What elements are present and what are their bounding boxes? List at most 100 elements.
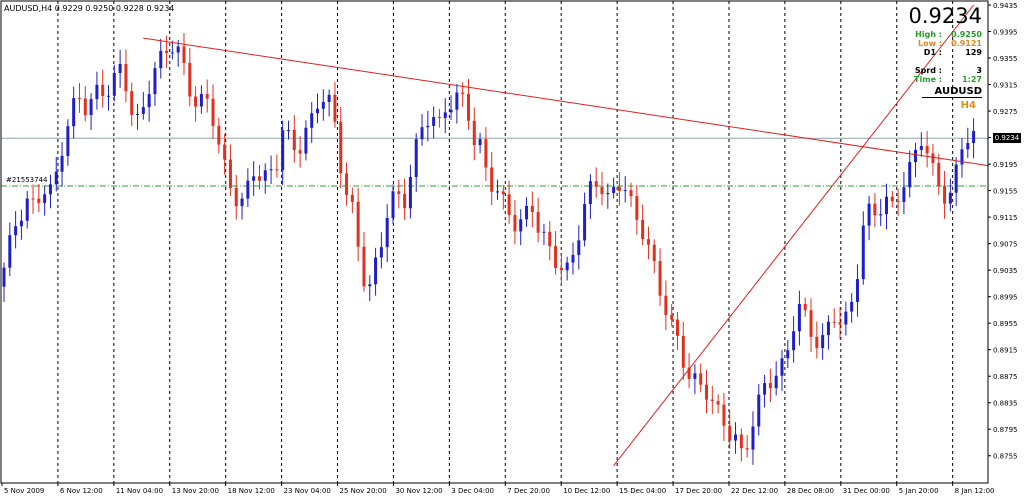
x-tick-label: 28 Dec 08:00 (787, 487, 834, 495)
candle-body (124, 64, 128, 92)
candle-body (861, 225, 865, 280)
candle-body (443, 112, 447, 118)
candle-body (426, 125, 430, 128)
candle-body (832, 321, 836, 323)
y-tick-label: 0.9115 (993, 214, 1018, 222)
x-tick-label: 18 Nov 12:00 (228, 487, 275, 495)
candle-body (437, 117, 441, 119)
x-tick-label: 5 Nov 2009 (4, 487, 44, 495)
candle-body (675, 319, 679, 336)
candle-body (14, 226, 18, 236)
y-tick-label: 0.9395 (993, 29, 1018, 37)
d1-value: 129 (965, 48, 982, 57)
sprd-label: Sprd : (914, 66, 942, 75)
candle-body (345, 173, 349, 195)
candle-body (286, 129, 290, 131)
candle-body (350, 194, 354, 202)
candle-body (496, 191, 499, 193)
y-tick-label: 0.9155 (993, 188, 1018, 196)
candle-body (310, 113, 314, 128)
candle-body (664, 295, 668, 316)
candle-body (612, 186, 616, 194)
candle-body (8, 235, 12, 268)
candle-body (188, 62, 192, 97)
candle-body (530, 205, 534, 213)
candle-body (31, 198, 35, 200)
candle-body (548, 231, 552, 247)
candle-body (693, 373, 697, 379)
candle-body (368, 284, 372, 287)
trendline-resistance-extension (973, 162, 989, 167)
candle-body (176, 46, 180, 53)
chart-svg: 5 Nov 2009 6 Nov 12:00 11 Nov 04:00 13 Nov … (0, 0, 1018, 495)
candle-body (617, 186, 621, 191)
candle-body (670, 315, 674, 320)
horizontal-lines (1, 137, 988, 187)
candle-body (629, 190, 633, 197)
candle-body (600, 186, 604, 195)
candle-body (780, 358, 784, 376)
candle-body (774, 375, 778, 389)
candle-body (72, 98, 76, 127)
candle-body (414, 139, 418, 178)
candle-body (298, 150, 302, 154)
y-tick-label: 0.8995 (993, 294, 1018, 302)
candle-body (943, 185, 947, 204)
candle-body (594, 181, 598, 187)
time-row: Time : 1:27 (912, 75, 982, 84)
candle-body (316, 108, 320, 114)
x-tick-label: 15 Dec 04:00 (619, 487, 666, 495)
x-tick-label: 3 Dec 04:00 (451, 487, 494, 495)
candle-body (525, 205, 529, 220)
candle-body (321, 101, 325, 109)
candle-body (449, 109, 453, 113)
candle-body (565, 262, 569, 271)
candle-body (339, 121, 343, 174)
candle-body (19, 220, 23, 227)
candle-body (223, 144, 227, 160)
candle-body (739, 434, 743, 449)
candle-body (374, 257, 378, 285)
candle-body (554, 246, 558, 268)
y-tick-label: 0.9275 (993, 108, 1018, 116)
x-tick-label: 31 Dec 00:00 (843, 487, 890, 495)
candle-body (809, 310, 813, 337)
candle-body (652, 244, 656, 262)
candle-body (269, 169, 273, 171)
candle-body (902, 187, 906, 203)
candle-body (66, 126, 70, 156)
y-tick-label: 0.8835 (993, 400, 1018, 408)
candle-body (490, 167, 494, 192)
candle-body (844, 311, 848, 325)
candle-body (147, 94, 151, 108)
candle-body (757, 394, 761, 427)
candle-body (792, 331, 796, 351)
candle-body (681, 335, 685, 368)
candle-body (646, 239, 650, 245)
candle-body (107, 95, 111, 97)
candle-body (966, 142, 970, 150)
y-tick-label: 0.9315 (993, 82, 1018, 90)
candle-body (797, 304, 801, 332)
candle-body (263, 170, 267, 181)
candle-body (728, 425, 732, 441)
grid (57, 1, 954, 483)
x-tick-label: 8 Jan 12:00 (955, 487, 995, 495)
candle-body (948, 192, 952, 204)
candle-body (815, 336, 819, 349)
low-value: 0.9121 (951, 39, 982, 48)
candle-body (699, 373, 703, 385)
candle-body (217, 125, 221, 145)
candle-body (768, 383, 772, 389)
candle-body (37, 198, 41, 203)
sprd-row: Sprd : 3 (912, 66, 982, 75)
candle-body (641, 219, 645, 240)
candle-body (77, 98, 81, 100)
candle-body (95, 84, 99, 100)
candle-body (170, 52, 174, 54)
candle-body (606, 193, 610, 195)
candle-body (48, 184, 52, 195)
candle-body (432, 117, 436, 126)
candle-body (281, 130, 285, 170)
candle-body (536, 212, 540, 233)
